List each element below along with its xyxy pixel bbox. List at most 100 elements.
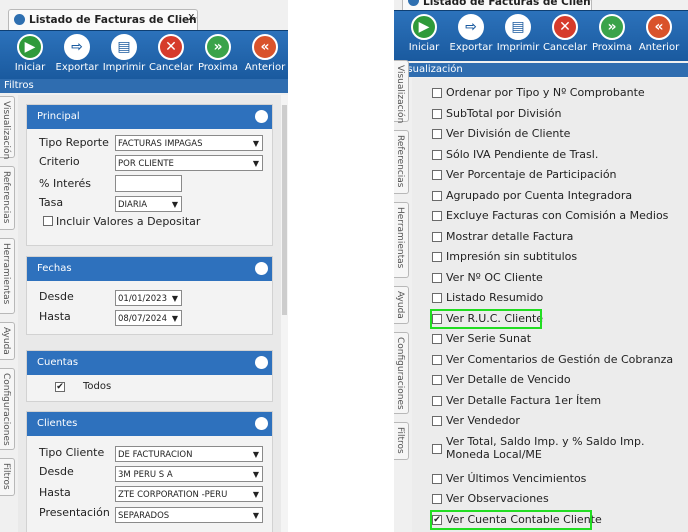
collapse-icon[interactable] <box>255 417 268 430</box>
toolbar-anterior-button[interactable]: « Anterior <box>636 14 682 53</box>
toolbar-exportar-button[interactable]: ⇨ Exportar <box>448 14 494 53</box>
vertical-scrollbar[interactable] <box>281 95 288 532</box>
toolbar-cancelar-button[interactable]: ✕ Cancelar <box>148 34 194 73</box>
side-tab-label: Ayuda <box>395 291 405 319</box>
chevron-down-icon: ▼ <box>252 470 259 479</box>
scrollbar-thumb[interactable] <box>282 105 287 315</box>
toolbar-proxima-button[interactable]: » Proxima <box>589 14 635 53</box>
criterio-select[interactable]: POR CLIENTE ▼ <box>115 155 263 171</box>
collapse-icon[interactable] <box>255 110 268 123</box>
fecha-desde-value: 01/01/2023 <box>118 294 167 304</box>
toolbar-exportar-button[interactable]: ⇨ Exportar <box>54 34 100 73</box>
cliente-desde-select[interactable]: 3M PERU S A ▼ <box>115 466 263 482</box>
option-checkbox[interactable] <box>432 170 442 180</box>
option-checkbox[interactable] <box>432 473 442 484</box>
printer-icon: ▤ <box>111 34 137 60</box>
option-label: Ver Nº OC Cliente <box>446 270 543 284</box>
todos-label: Todos <box>83 381 112 392</box>
panel-title: Principal <box>27 105 272 129</box>
option-checkbox[interactable] <box>432 293 442 303</box>
option-checkbox[interactable] <box>432 190 442 201</box>
option-checkbox[interactable] <box>432 108 442 119</box>
option-checkbox[interactable] <box>432 354 442 365</box>
toolbar-iniciar-button[interactable]: ▶ Iniciar <box>401 14 447 53</box>
option-checkbox[interactable] <box>432 416 442 426</box>
toolbar-imprimir-button[interactable]: ▤ Imprimir <box>495 14 541 53</box>
filters-area: Principal Tipo Reporte FACTURAS IMPAGAS ▼… <box>18 95 288 532</box>
report-tab-icon <box>408 0 419 6</box>
todos-checkbox[interactable]: ✔ <box>55 382 65 392</box>
panel-principal: Principal Tipo Reporte FACTURAS IMPAGAS ▼… <box>26 104 273 246</box>
option-label: Mostrar detalle Factura <box>446 229 574 243</box>
side-tab-label: Visualización <box>395 65 405 124</box>
panel-title: Clientes <box>27 412 272 436</box>
tipo-cliente-select[interactable]: DE FACTURACION ▼ <box>115 446 263 462</box>
tab-strip: Listado de Facturas de Clientes I... x <box>0 0 288 30</box>
option-label: Ver División de Cliente <box>446 127 571 140</box>
side-tab-filtros[interactable]: Filtros <box>0 458 15 496</box>
toolbar-proxima-button[interactable]: » Proxima <box>195 34 241 73</box>
option-checkbox[interactable] <box>432 334 442 344</box>
fecha-desde-picker[interactable]: 01/01/2023 ▼ <box>115 290 182 306</box>
option-checkbox[interactable] <box>432 494 442 504</box>
side-tab-referencias[interactable]: Referencias <box>0 166 15 230</box>
option-checkbox[interactable] <box>432 129 442 139</box>
highlight-box <box>430 509 592 530</box>
side-tab-referencias[interactable]: Referencias <box>394 130 409 194</box>
side-tab-label: Referencias <box>395 135 405 188</box>
side-tab-herramientas[interactable]: Herramientas <box>0 238 15 314</box>
collapse-icon[interactable] <box>255 356 268 369</box>
report-tab-icon <box>14 14 25 25</box>
tab-close-icon[interactable]: x <box>188 10 195 23</box>
fecha-hasta-picker[interactable]: 08/07/2024 ▼ <box>115 310 182 326</box>
side-tab-configuraciones[interactable]: Configuraciones <box>394 332 409 414</box>
side-tab-visualización[interactable]: Visualización <box>0 96 15 160</box>
side-tab-herramientas[interactable]: Herramientas <box>394 202 409 278</box>
side-tab-ayuda[interactable]: Ayuda <box>0 322 15 360</box>
collapse-icon[interactable] <box>255 262 268 275</box>
toolbar-iniciar-button[interactable]: ▶ Iniciar <box>7 34 53 73</box>
criterio-value: POR CLIENTE <box>118 159 174 169</box>
incluir-valores-checkbox[interactable] <box>43 216 53 226</box>
next-icon: » <box>599 14 625 40</box>
side-tab-configuraciones[interactable]: Configuraciones <box>0 368 15 450</box>
side-tab-label: Filtros <box>395 427 405 454</box>
toolbar-button-label: Cancelar <box>148 62 194 73</box>
side-tab-label: Herramientas <box>1 243 11 305</box>
cancel-icon: ✕ <box>552 14 578 40</box>
option-checkbox[interactable] <box>432 252 442 262</box>
fecha-hasta-label: Hasta <box>39 310 71 323</box>
option-checkbox[interactable] <box>432 231 442 242</box>
toolbar-imprimir-button[interactable]: ▤ Imprimir <box>101 34 147 73</box>
toolbar-cancelar-button[interactable]: ✕ Cancelar <box>542 14 588 53</box>
option-checkbox[interactable] <box>432 149 442 160</box>
option-checkbox[interactable] <box>432 88 442 98</box>
side-tab-filtros[interactable]: Filtros <box>394 422 409 460</box>
option-checkbox[interactable] <box>432 395 442 406</box>
option-checkbox[interactable] <box>432 375 442 385</box>
toolbar-button-label: Exportar <box>55 62 99 73</box>
criterio-label: Criterio <box>39 155 80 168</box>
chevron-down-icon: ▼ <box>171 200 178 209</box>
chevron-down-icon: ▼ <box>252 511 259 520</box>
previous-icon: « <box>252 34 278 60</box>
presentacion-select[interactable]: SEPARADOS ▼ <box>115 507 263 523</box>
side-tab-visualización[interactable]: Visualización <box>394 60 409 124</box>
tipo-reporte-select[interactable]: FACTURAS IMPAGAS ▼ <box>115 135 263 151</box>
interes-input[interactable] <box>115 175 182 192</box>
chevron-down-icon: ▼ <box>171 294 178 303</box>
option-checkbox[interactable] <box>432 443 442 454</box>
tasa-label: Tasa <box>39 196 64 209</box>
side-tab-ayuda[interactable]: Ayuda <box>394 286 409 324</box>
toolbar-button-label: Exportar <box>449 42 493 53</box>
option-checkbox[interactable] <box>432 272 442 283</box>
toolbar-anterior-button[interactable]: « Anterior <box>242 34 288 73</box>
tasa-select[interactable]: DIARIA ▼ <box>115 196 182 212</box>
option-checkbox[interactable] <box>432 211 442 221</box>
toolbar: ▶ Iniciar ⇨ Exportar ▤ Imprimir ✕ Cancelar » Prox… <box>394 10 688 61</box>
report-tab[interactable]: Listado de Facturas de Clientes I... <box>8 9 198 30</box>
side-tab-label: Visualización <box>1 101 11 160</box>
option-label: Ver Detalle Factura 1er Ítem <box>446 393 602 407</box>
cliente-hasta-select[interactable]: ZTE CORPORATION -PERU ▼ <box>115 486 263 502</box>
toolbar-button-label: Anterior <box>638 42 680 53</box>
